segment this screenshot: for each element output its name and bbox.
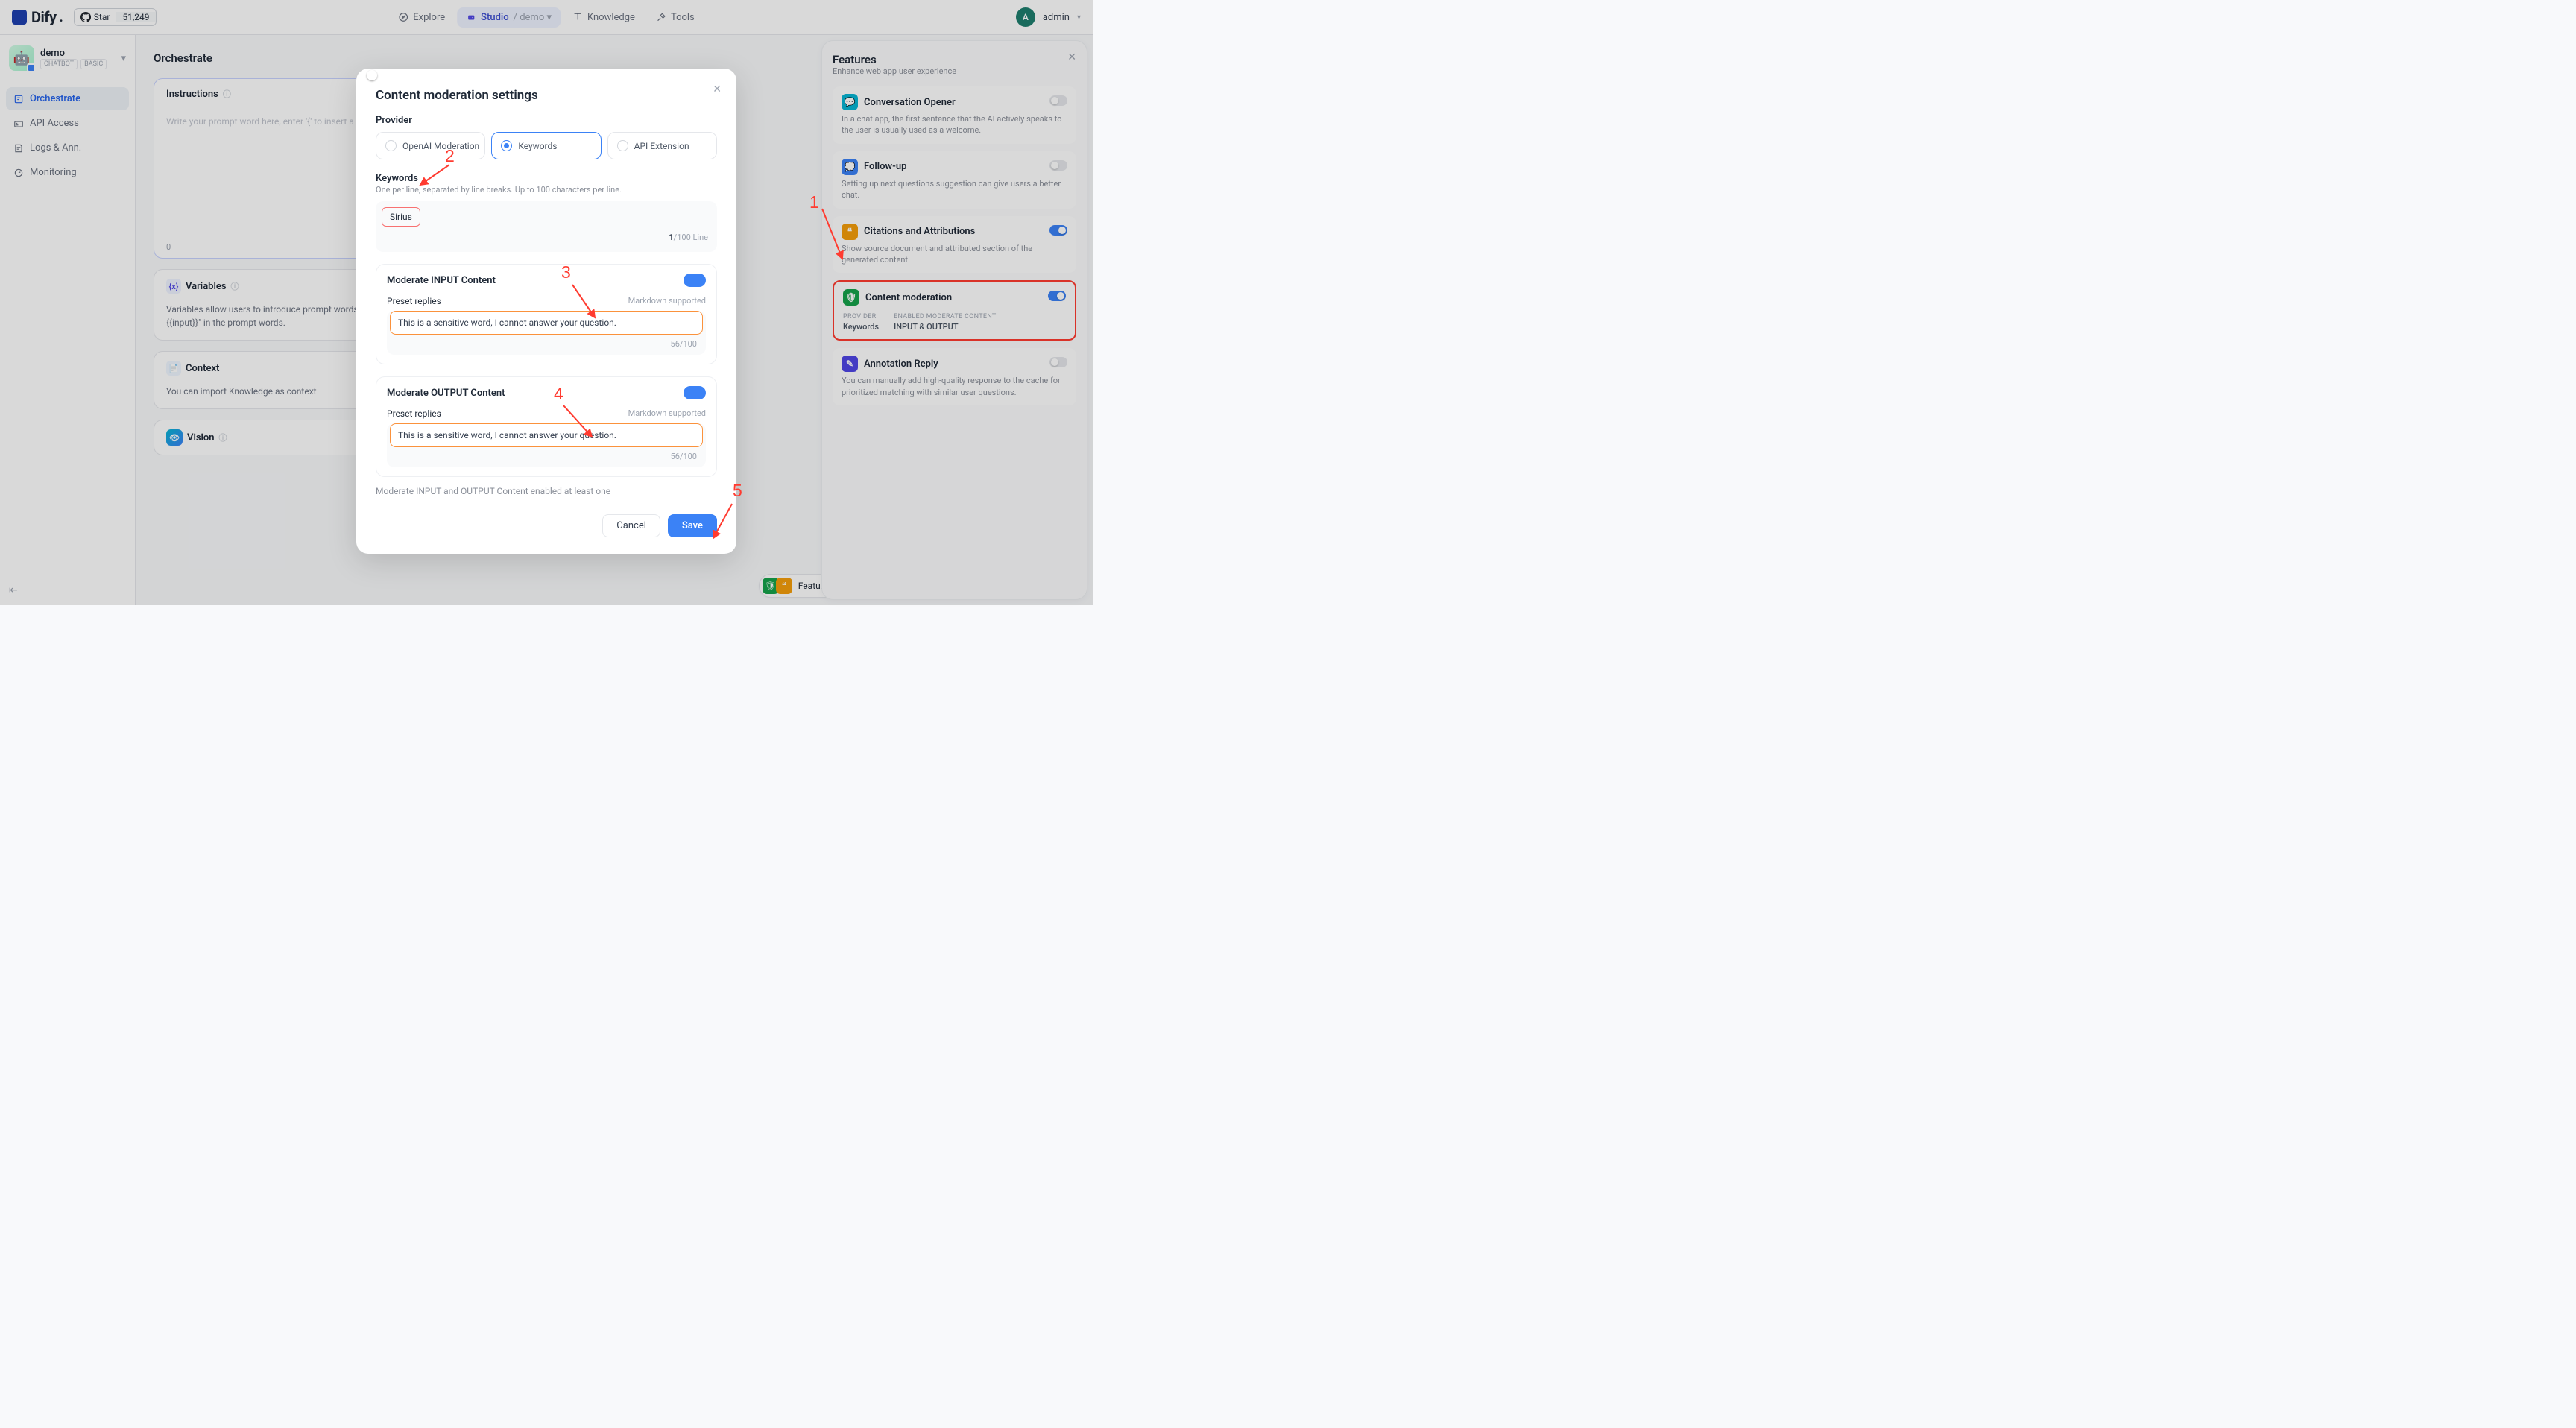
input-preset-reply[interactable]: This is a sensitive word, I cannot answe…	[387, 311, 706, 355]
close-modal-button[interactable]: ✕	[713, 83, 722, 95]
content-moderation-modal: Content moderation settings ✕ Provider O…	[356, 69, 736, 554]
moderate-input-toggle[interactable]	[684, 274, 706, 287]
keyword-value: Sirius	[382, 207, 420, 227]
moderate-output-toggle[interactable]	[684, 386, 706, 399]
provider-openai-moderation[interactable]: OpenAI Moderation	[376, 132, 485, 159]
provider-api-extension[interactable]: API Extension	[607, 132, 717, 159]
cancel-button[interactable]: Cancel	[602, 514, 660, 537]
provider-keywords[interactable]: Keywords	[491, 132, 601, 159]
annotation-3: 3	[561, 262, 571, 282]
modal-title: Content moderation settings	[376, 88, 717, 103]
annotation-2: 2	[445, 146, 455, 166]
annotation-4: 4	[554, 384, 564, 404]
output-preset-reply[interactable]: This is a sensitive word, I cannot answe…	[387, 423, 706, 467]
save-button[interactable]: Save	[668, 514, 717, 537]
moderate-output-section: Moderate OUTPUT Content Preset repliesMa…	[376, 376, 717, 477]
modal-overlay: Content moderation settings ✕ Provider O…	[0, 0, 1093, 605]
annotation-5: 5	[733, 481, 742, 501]
provider-label: Provider	[376, 115, 717, 126]
moderate-input-section: Moderate INPUT Content Preset repliesMar…	[376, 264, 717, 364]
moderation-note: Moderate INPUT and OUTPUT Content enable…	[376, 486, 717, 496]
annotation-1: 1	[809, 192, 819, 212]
keywords-textarea[interactable]: Sirius 1/100 Line	[376, 201, 717, 252]
